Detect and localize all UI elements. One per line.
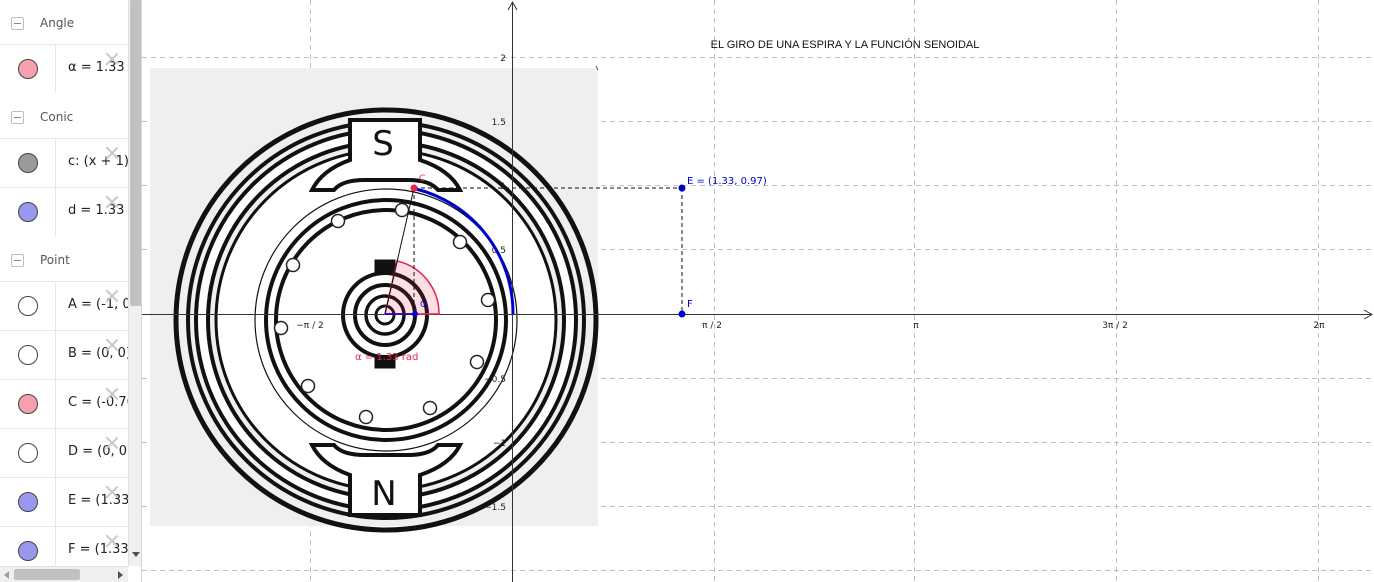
algebra-view: Angle α = 1.33 ( Conic c: (x + 1)² d = 1… <box>0 0 142 582</box>
scrollbar-thumb[interactable] <box>14 569 80 580</box>
collapse-icon[interactable] <box>11 17 24 30</box>
delete-icon[interactable] <box>104 337 120 353</box>
point-c[interactable] <box>410 184 418 192</box>
group-label: Angle <box>40 16 75 30</box>
visibility-toggle[interactable] <box>18 394 38 414</box>
delete-icon[interactable] <box>104 145 120 161</box>
scroll-right-icon[interactable] <box>118 571 123 579</box>
marble-cell <box>0 478 56 526</box>
visibility-toggle[interactable] <box>18 202 38 222</box>
point-e[interactable] <box>678 184 686 192</box>
angle-label: α = 1.33 rad <box>355 352 418 363</box>
algebra-item-c-point[interactable]: C = (-0.76 <box>0 379 128 428</box>
marble-cell <box>0 429 56 477</box>
group-point[interactable]: Point <box>0 237 128 283</box>
group-label: Point <box>40 253 70 267</box>
x-tick-label: π / 2 <box>702 321 722 331</box>
graphics-view[interactable]: S N −π / 2 π / 2 π 3π / 2 2π 2 1.5 1 0.5… <box>142 0 1374 582</box>
point-c-label: C <box>419 174 425 184</box>
x-tick-label: 2π <box>1313 321 1325 331</box>
x-tick-label: −π / 2 <box>296 321 323 331</box>
delete-icon[interactable] <box>104 484 120 500</box>
group-label: Conic <box>40 110 74 124</box>
y-tick-label: −1.5 <box>484 503 506 513</box>
marble-cell <box>0 282 56 330</box>
x-tick-label: 3π / 2 <box>1102 321 1128 331</box>
delete-icon[interactable] <box>104 386 120 402</box>
y-tick-label: −1 <box>493 439 506 449</box>
delete-icon[interactable] <box>104 435 120 451</box>
y-tick-label: 1 <box>500 182 506 192</box>
collapse-icon[interactable] <box>11 254 24 267</box>
delete-icon[interactable] <box>104 194 120 210</box>
algebra-item-c[interactable]: c: (x + 1)² <box>0 138 128 187</box>
visibility-toggle[interactable] <box>18 492 38 512</box>
visibility-toggle[interactable] <box>18 296 38 316</box>
delete-icon[interactable] <box>104 51 120 67</box>
point-g[interactable] <box>412 311 418 317</box>
delete-icon[interactable] <box>104 288 120 304</box>
algebra-item-d-point[interactable]: D = (0, 0) <box>0 428 128 477</box>
marble-cell <box>0 139 56 187</box>
scrollbar-thumb[interactable] <box>130 0 141 306</box>
magnet-north-label: N <box>371 474 396 514</box>
marble-cell <box>0 45 56 93</box>
delete-icon[interactable] <box>104 533 120 549</box>
magnet-south-label: S <box>372 124 394 164</box>
algebra-item-alpha[interactable]: α = 1.33 ( <box>0 44 128 93</box>
graphics-canvas[interactable]: S N −π / 2 π / 2 π 3π / 2 2π 2 1.5 1 0.5… <box>142 0 1374 582</box>
visibility-toggle[interactable] <box>18 345 38 365</box>
y-tick-label: −0.5 <box>484 375 506 385</box>
marble-cell <box>0 380 56 428</box>
scroll-down-icon[interactable] <box>132 552 140 557</box>
algebra-item-e[interactable]: E = (1.33 <box>0 477 128 526</box>
point-f-label: F <box>687 299 693 310</box>
point-f[interactable] <box>678 310 686 318</box>
horizontal-scrollbar[interactable] <box>0 566 128 582</box>
group-conic[interactable]: Conic <box>0 94 128 140</box>
point-g-label: G <box>420 300 427 310</box>
marble-cell <box>0 331 56 379</box>
visibility-toggle[interactable] <box>18 443 38 463</box>
graphics-title: EL GIRO DE UNA ESPIRA Y LA FUNCIÓN SENOI… <box>711 38 980 51</box>
point-e-label: E = (1.33, 0.97) <box>687 176 767 187</box>
collapse-icon[interactable] <box>11 111 24 124</box>
x-tick-label: π <box>913 321 919 331</box>
algebra-item-b[interactable]: B = (0, 0) <box>0 330 128 379</box>
group-angle[interactable]: Angle <box>0 0 128 46</box>
y-tick-label: 2 <box>500 54 506 64</box>
algebra-item-a[interactable]: A = (-1, 0) <box>0 281 128 330</box>
vertical-scrollbar[interactable] <box>128 0 141 566</box>
y-tick-label: 1.5 <box>492 118 506 128</box>
marble-cell <box>0 188 56 236</box>
visibility-toggle[interactable] <box>18 59 38 79</box>
scroll-left-icon[interactable] <box>4 571 9 579</box>
algebra-item-d[interactable]: d = 1.33 <box>0 187 128 236</box>
geogebra-app: Angle α = 1.33 ( Conic c: (x + 1)² d = 1… <box>0 0 1374 582</box>
visibility-toggle[interactable] <box>18 541 38 561</box>
visibility-toggle[interactable] <box>18 153 38 173</box>
